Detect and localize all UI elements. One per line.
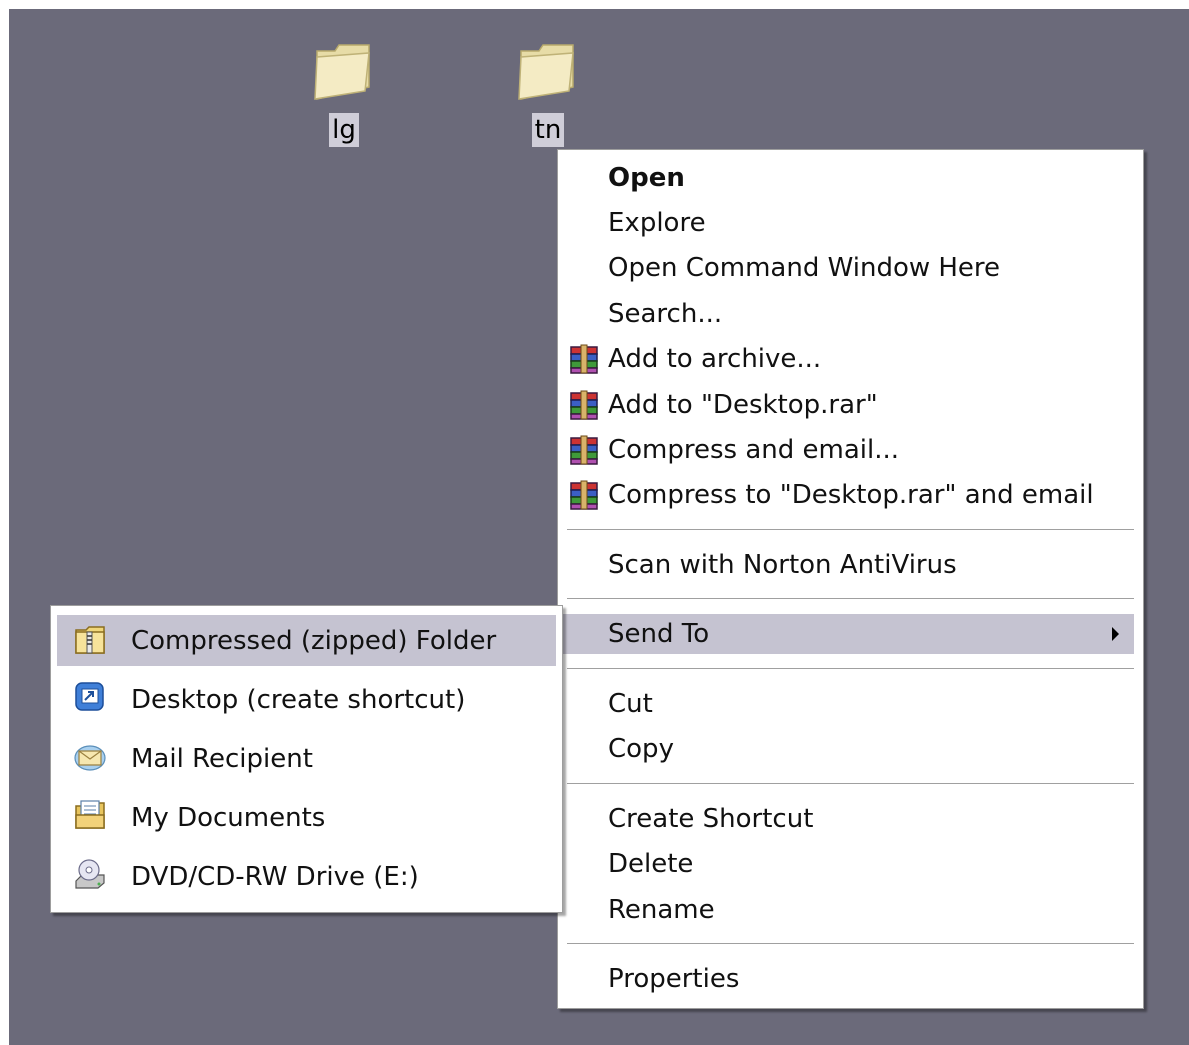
zip-folder-icon xyxy=(75,626,105,654)
menu-item-label: Compress to "Desktop.rar" and email xyxy=(608,480,1094,510)
folder-tn[interactable]: tn xyxy=(493,37,603,147)
send-to-submenu: Compressed (zipped) Folder Desktop (crea… xyxy=(50,605,563,913)
menu-item-label: Copy xyxy=(608,734,674,764)
menu-item-open[interactable]: Open xyxy=(558,158,1143,198)
menu-item-label: Search... xyxy=(608,299,723,329)
send-to-mail-recipient[interactable]: Mail Recipient xyxy=(51,735,562,783)
winrar-icon xyxy=(570,435,598,465)
menu-separator xyxy=(567,598,1134,600)
menu-separator xyxy=(567,783,1134,785)
menu-item-label: Scan with Norton AntiVirus xyxy=(608,550,957,580)
menu-item-search[interactable]: Search... xyxy=(558,294,1143,334)
menu-item-scan-norton[interactable]: Scan with Norton AntiVirus xyxy=(558,545,1143,585)
menu-item-label: Create Shortcut xyxy=(608,804,814,834)
menu-separator xyxy=(567,529,1134,531)
menu-item-properties[interactable]: Properties xyxy=(558,959,1143,999)
menu-separator xyxy=(567,943,1134,945)
menu-item-label: Desktop (create shortcut) xyxy=(131,685,466,715)
folder-icon xyxy=(314,44,370,100)
folder-lg[interactable]: lg xyxy=(289,37,399,147)
menu-item-label: Compress and email... xyxy=(608,435,900,465)
folder-label: tn xyxy=(531,113,565,147)
menu-item-label: Properties xyxy=(608,964,740,994)
menu-item-label: Open xyxy=(608,163,685,193)
menu-item-send-to[interactable]: Send To xyxy=(561,614,1134,654)
menu-item-delete[interactable]: Delete xyxy=(558,844,1143,884)
menu-item-explore[interactable]: Explore xyxy=(558,203,1143,243)
context-menu: Open Explore Open Command Window Here Se… xyxy=(557,149,1144,1009)
menu-item-label: Send To xyxy=(608,619,710,649)
menu-item-copy[interactable]: Copy xyxy=(558,729,1143,769)
menu-item-label: Compressed (zipped) Folder xyxy=(131,625,497,656)
menu-item-label: Cut xyxy=(608,689,653,719)
menu-item-label: Open Command Window Here xyxy=(608,253,1001,283)
cd-drive-icon xyxy=(75,859,105,889)
menu-item-label: Delete xyxy=(608,849,694,879)
folder-label: lg xyxy=(329,113,359,147)
menu-item-compress-and-email[interactable]: Compress and email... xyxy=(558,430,1143,470)
send-to-compressed-folder[interactable]: Compressed (zipped) Folder xyxy=(57,615,556,666)
menu-item-label: Add to archive... xyxy=(608,344,822,374)
menu-item-label: Rename xyxy=(608,895,715,925)
send-to-dvd-drive[interactable]: DVD/CD-RW Drive (E:) xyxy=(51,853,562,901)
menu-item-label: Explore xyxy=(608,208,706,238)
mail-icon xyxy=(74,745,106,771)
menu-item-label: Mail Recipient xyxy=(131,744,313,774)
desktop-shortcut-icon xyxy=(75,682,104,711)
desktop: lg tn Open Explore Open Command Window H… xyxy=(9,9,1189,1045)
menu-item-create-shortcut[interactable]: Create Shortcut xyxy=(558,799,1143,839)
my-documents-icon xyxy=(75,800,105,829)
menu-item-add-to-archive[interactable]: Add to archive... xyxy=(558,339,1143,379)
winrar-icon xyxy=(570,344,598,374)
send-to-my-documents[interactable]: My Documents xyxy=(51,794,562,842)
folder-icon xyxy=(518,44,574,100)
menu-item-label: DVD/CD-RW Drive (E:) xyxy=(131,862,419,892)
menu-item-label: My Documents xyxy=(131,803,326,833)
winrar-icon xyxy=(570,390,598,420)
menu-item-open-command-window[interactable]: Open Command Window Here xyxy=(558,248,1143,288)
menu-item-cut[interactable]: Cut xyxy=(558,684,1143,724)
menu-item-compress-to-rar-and-email[interactable]: Compress to "Desktop.rar" and email xyxy=(558,475,1143,515)
menu-item-label: Add to "Desktop.rar" xyxy=(608,390,878,420)
winrar-icon xyxy=(570,480,598,510)
send-to-desktop-shortcut[interactable]: Desktop (create shortcut) xyxy=(51,676,562,724)
menu-item-add-to-desktop-rar[interactable]: Add to "Desktop.rar" xyxy=(558,385,1143,425)
menu-item-rename[interactable]: Rename xyxy=(558,890,1143,930)
menu-separator xyxy=(567,668,1134,670)
submenu-arrow-icon xyxy=(1112,627,1119,641)
